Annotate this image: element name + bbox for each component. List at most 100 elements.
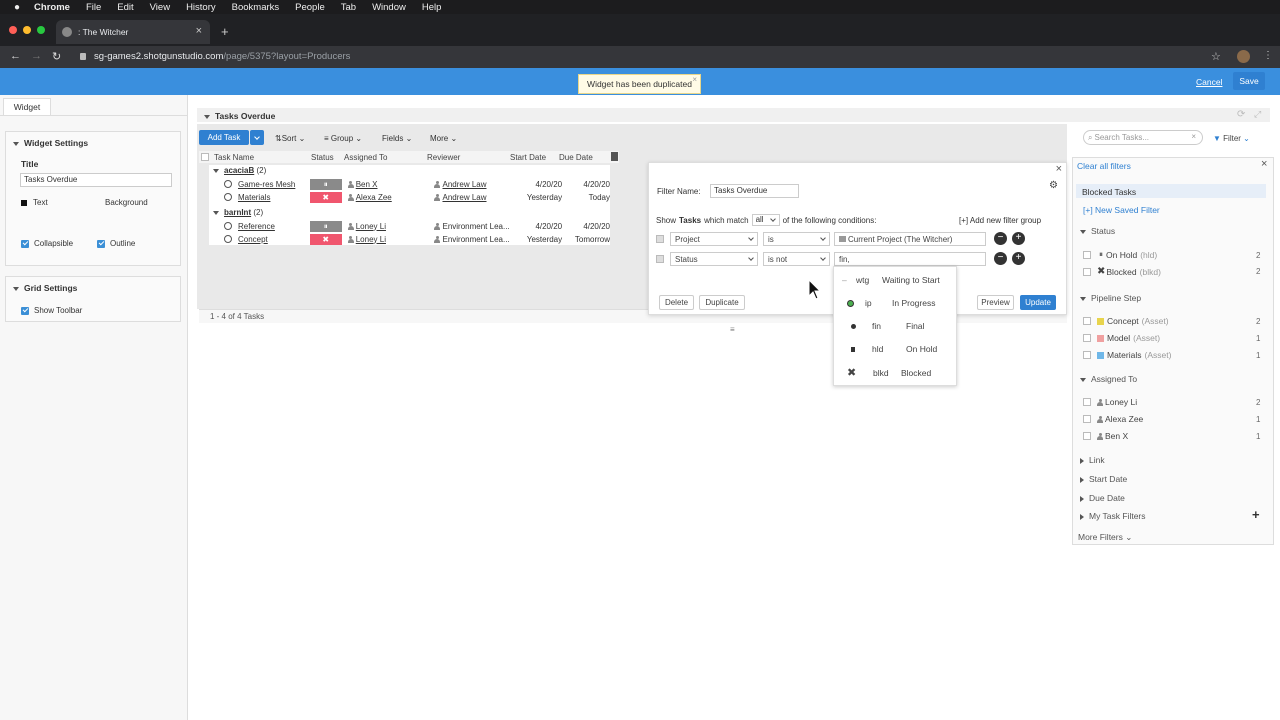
group-header[interactable]: barnInt (2): [213, 208, 263, 217]
popout-icon[interactable]: ⤢: [1254, 109, 1261, 120]
background-color-option[interactable]: Background: [105, 198, 148, 207]
tab-widget[interactable]: Widget: [3, 98, 51, 115]
add-my-filter-icon[interactable]: +: [1252, 507, 1260, 522]
chrome-menu-icon[interactable]: ⋮: [1263, 50, 1273, 61]
clear-search-icon[interactable]: ×: [1191, 132, 1196, 141]
more-filters-menu[interactable]: More Filters ⌄: [1078, 532, 1132, 543]
reviewer-cell[interactable]: Andrew Law: [434, 193, 512, 202]
group-header[interactable]: acaciaB (2): [213, 166, 266, 175]
title-input[interactable]: Tasks Overdue: [20, 173, 172, 187]
collapsible-checkbox[interactable]: Collapsible: [21, 239, 73, 248]
menu-file[interactable]: File: [86, 2, 101, 13]
more-menu[interactable]: More ⌄: [430, 134, 457, 143]
search-tasks-input[interactable]: ⌕ Search Tasks... ×: [1083, 130, 1203, 145]
condition-field-select[interactable]: Status: [670, 252, 758, 266]
match-select[interactable]: all: [751, 214, 780, 226]
start-date-filter-header[interactable]: Start Date: [1080, 474, 1127, 484]
assigned-cell[interactable]: Loney Li: [347, 235, 435, 244]
reviewer-cell[interactable]: Andrew Law: [434, 180, 512, 189]
menu-history[interactable]: History: [186, 2, 216, 13]
new-saved-filter-link[interactable]: [+] New Saved Filter: [1083, 205, 1160, 215]
resize-handle-icon[interactable]: ≡: [730, 325, 735, 334]
update-filter-button[interactable]: Update: [1020, 295, 1056, 310]
condition-checkbox[interactable]: [656, 235, 664, 243]
col-reviewer[interactable]: Reviewer: [427, 153, 460, 162]
refresh-icon[interactable]: ⟳: [1237, 109, 1245, 120]
column-config-icon[interactable]: [611, 152, 618, 161]
tab-close-icon[interactable]: ×: [196, 25, 202, 37]
menu-tab[interactable]: Tab: [341, 2, 356, 13]
task-name-link[interactable]: Materials: [238, 193, 310, 202]
sort-menu[interactable]: ⇅Sort ⌄: [275, 134, 305, 143]
menu-help[interactable]: Help: [422, 2, 442, 13]
status-filter-header[interactable]: Status: [1080, 226, 1115, 236]
add-condition-icon[interactable]: +: [1012, 232, 1025, 245]
condition-value-input[interactable]: fin,: [834, 252, 986, 266]
widget-title[interactable]: Tasks Overdue: [204, 111, 275, 121]
table-row[interactable]: Reference ⏸ Loney Li Environment Lea... …: [220, 220, 610, 232]
link-filter-header[interactable]: Link: [1080, 455, 1105, 465]
due-date-filter-header[interactable]: Due Date: [1080, 493, 1125, 503]
remove-condition-icon[interactable]: −: [994, 252, 1007, 265]
pipeline-filter-item[interactable]: Concept (Asset): [1083, 316, 1169, 326]
show-toolbar-checkbox[interactable]: Show Toolbar: [21, 306, 82, 315]
select-all-checkbox[interactable]: [201, 153, 209, 161]
task-name-link[interactable]: Game-res Mesh: [238, 180, 310, 189]
table-row[interactable]: Materials ✖ Alexa Zee Andrew Law Yesterd…: [220, 191, 610, 203]
duplicate-filter-button[interactable]: Duplicate: [699, 295, 745, 310]
grid-settings-header[interactable]: Grid Settings: [13, 283, 77, 293]
assigned-cell[interactable]: Ben X: [347, 180, 435, 189]
menu-people[interactable]: People: [295, 2, 325, 13]
reviewer-cell[interactable]: Environment Lea...: [434, 235, 512, 244]
forward-icon[interactable]: →: [31, 50, 42, 62]
fields-menu[interactable]: Fields ⌄: [382, 134, 412, 143]
condition-checkbox[interactable]: [656, 255, 664, 263]
dropdown-option-blkd[interactable]: ✖ blkd Blocked: [847, 366, 957, 379]
menu-view[interactable]: View: [150, 2, 170, 13]
cancel-link[interactable]: Cancel: [1196, 77, 1222, 87]
menu-bookmarks[interactable]: Bookmarks: [232, 2, 280, 13]
table-row[interactable]: Concept ✖ Loney Li Environment Lea... Ye…: [220, 233, 610, 245]
task-name-link[interactable]: Concept: [238, 235, 310, 244]
widget-settings-header[interactable]: Widget Settings: [13, 138, 88, 148]
remove-condition-icon[interactable]: −: [994, 232, 1007, 245]
assigned-cell[interactable]: Loney Li: [347, 222, 435, 231]
reviewer-cell[interactable]: Environment Lea...: [434, 222, 512, 231]
browser-tab[interactable]: : The Witcher ×: [56, 20, 210, 44]
col-status[interactable]: Status: [311, 153, 334, 162]
text-color-option[interactable]: Text: [21, 198, 48, 207]
pipeline-filter-header[interactable]: Pipeline Step: [1080, 293, 1141, 303]
status-filter-item[interactable]: ✖ Blocked (blkd): [1083, 266, 1161, 277]
minimize-window-icon[interactable]: [23, 26, 31, 34]
apple-icon[interactable]: ●: [14, 2, 20, 13]
preview-filter-button[interactable]: Preview: [977, 295, 1014, 310]
my-task-filters-header[interactable]: My Task Filters: [1080, 511, 1146, 521]
condition-field-select[interactable]: Project: [670, 232, 758, 246]
delete-filter-button[interactable]: Delete: [659, 295, 694, 310]
col-assigned-to[interactable]: Assigned To: [344, 153, 387, 162]
toast-close-icon[interactable]: ×: [692, 75, 697, 84]
filter-panel-close-icon[interactable]: ×: [1261, 158, 1267, 170]
maximize-window-icon[interactable]: [37, 26, 45, 34]
menu-window[interactable]: Window: [372, 2, 406, 13]
save-button[interactable]: Save: [1233, 72, 1265, 90]
clear-all-filters-link[interactable]: Clear all filters: [1077, 161, 1131, 171]
task-name-link[interactable]: Reference: [238, 222, 310, 231]
assigned-filter-header[interactable]: Assigned To: [1080, 374, 1137, 384]
add-task-menu-button[interactable]: [250, 130, 264, 145]
add-task-button[interactable]: Add Task: [199, 130, 249, 145]
condition-value-input[interactable]: Current Project (The Witcher): [834, 232, 986, 246]
profile-avatar[interactable]: [1237, 50, 1250, 63]
app-menu[interactable]: Chrome: [34, 2, 70, 13]
reload-icon[interactable]: ↻: [52, 50, 61, 63]
col-start-date[interactable]: Start Date: [510, 153, 546, 162]
dropdown-option-wtg[interactable]: – wtg Waiting to Start: [842, 275, 952, 285]
dialog-settings-gear-icon[interactable]: ⚙: [1049, 180, 1058, 191]
condition-op-select[interactable]: is not: [763, 252, 830, 266]
group-menu[interactable]: ≡ Group ⌄: [324, 134, 362, 143]
assigned-cell[interactable]: Alexa Zee: [347, 193, 435, 202]
assigned-filter-item[interactable]: Ben X: [1083, 431, 1128, 441]
add-condition-icon[interactable]: +: [1012, 252, 1025, 265]
outline-checkbox[interactable]: Outline: [97, 239, 135, 248]
new-tab-icon[interactable]: +: [221, 24, 229, 39]
